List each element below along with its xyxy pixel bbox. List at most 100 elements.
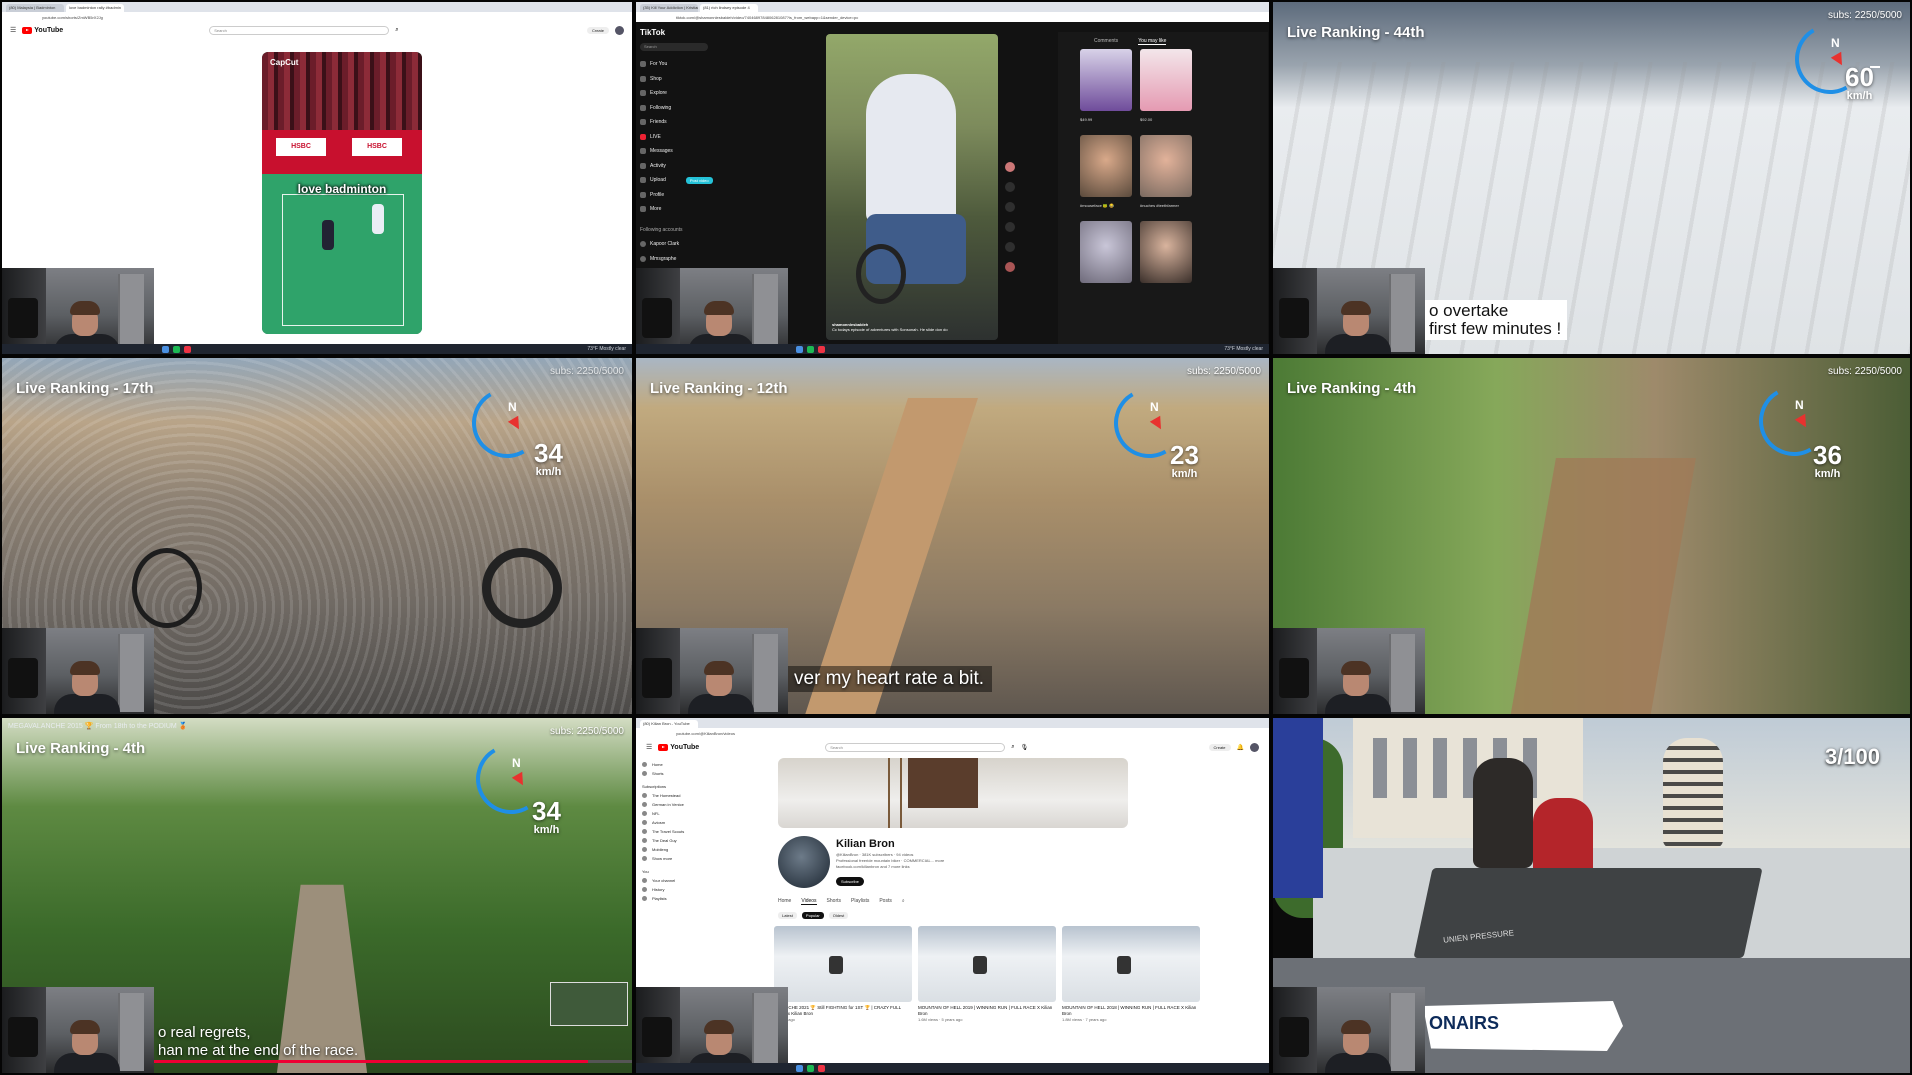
avatar[interactable] [1250,742,1259,752]
sidebar-item-home[interactable]: Home [642,760,742,769]
search-icon[interactable]: ⌕ [395,27,398,34]
mic-icon[interactable]: 🎙 [1021,744,1029,751]
nav-upload[interactable]: Upload Post video [640,173,760,188]
video-thumbnail[interactable] [774,926,912,1002]
chip-oldest[interactable]: Oldest [828,912,849,919]
video-card[interactable]: VALANCHE 2021 🏆 Still FIGHTING for 1ST 🏆… [774,926,912,1022]
video-card[interactable]: MOUNTAIN OF HELL 2019 | WINNING RUN | FU… [918,926,1056,1022]
video-title[interactable]: VALANCHE 2021 🏆 Still FIGHTING for 1ST 🏆… [774,1005,912,1017]
sidebar-item-subscription[interactable]: Aviosm [642,818,742,827]
video-thumbnail[interactable] [918,926,1056,1002]
sidebar-item-subscription[interactable]: German in Venice [642,800,742,809]
product-thumbnail[interactable] [1080,49,1132,111]
account-item[interactable]: Kapoor Clark [640,237,760,252]
tab-home[interactable]: Home [778,898,791,905]
search-icon[interactable]: ⌕ [902,898,905,905]
video-thumbnail[interactable] [1140,135,1192,197]
search-input[interactable]: Search [825,742,1006,752]
search-icon[interactable]: ⌕ [1011,744,1014,751]
short-video[interactable]: CapCut HSBC HSBC love badminton [262,52,422,334]
browser-tab[interactable]: (35) Kill Your Addiction | Kristian Ha [640,4,698,12]
share-icon[interactable] [1005,242,1015,252]
taskbar-icon[interactable] [807,1064,814,1072]
video-card[interactable]: MOUNTAIN OF HELL 2018 | WINNING RUN | FU… [1062,926,1200,1022]
browser-tab-active[interactable]: love badminton rally #badmin [66,4,124,12]
video-thumbnail[interactable] [1062,926,1200,1002]
sidebar-item-subscription[interactable]: The Travel Scouts [642,827,742,836]
taskbar-icon[interactable] [184,345,191,353]
nav-following[interactable]: Following [640,101,760,116]
minimap-preview[interactable] [550,982,628,1026]
subscribe-button[interactable]: Subscribe [836,877,864,886]
nav-shop[interactable]: Shop [640,72,760,87]
search-input[interactable]: Search [209,25,390,35]
taskbar-icon[interactable] [162,345,169,353]
nav-profile[interactable]: Profile [640,188,760,203]
address-bar[interactable]: youtube.com/shorts/ZmWB5rX2Jg [2,12,632,22]
comment-icon[interactable] [1005,202,1015,212]
tab-comments[interactable]: Comments [1094,38,1118,45]
taskbar-icon[interactable] [796,1064,803,1072]
video-title[interactable]: MOUNTAIN OF HELL 2019 | WINNING RUN | FU… [918,1005,1056,1017]
bookmark-icon[interactable] [1005,222,1015,232]
tab-playlists[interactable]: Playlists [851,898,869,905]
chip-latest[interactable]: Latest [778,912,797,919]
music-disc-icon[interactable] [1005,262,1015,272]
sidebar-item-subscription[interactable]: The Homestead [642,791,742,800]
browser-tab[interactable]: (80) Malaysia | Badminton [6,4,64,12]
nav-messages[interactable]: Messages [640,144,760,159]
avatar[interactable] [1005,162,1015,172]
nav-live[interactable]: LIVE [640,130,760,145]
channel-avatar[interactable] [778,836,830,888]
youtube-logo[interactable]: YouTube [658,743,699,751]
tab-you-may-like[interactable]: You may like [1138,38,1167,45]
sidebar-item-history[interactable]: History [642,885,742,894]
sidebar-item-shorts[interactable]: Shorts [642,769,742,778]
create-button[interactable]: Create [586,26,609,34]
video-thumbnail[interactable] [1080,221,1132,283]
tab-posts[interactable]: Posts [879,898,892,905]
browser-tab-active[interactable]: (80) Kilian Bron - YouTube [640,720,698,728]
sidebar-item-playlists[interactable]: Playlists [642,894,742,903]
bell-icon[interactable]: 🔔 [1237,744,1244,751]
post-video-button[interactable]: Post video [685,176,713,184]
heart-icon[interactable] [1005,182,1015,192]
address-bar[interactable]: youtube.com/@KilianBron/videos [636,728,1269,738]
sidebar-heading-you[interactable]: You [642,867,742,876]
youtube-logo[interactable]: YouTube [22,26,63,34]
sidebar-item-subscription[interactable]: The Deal Guy [642,836,742,845]
tiktok-logo[interactable]: TikTok [640,28,760,37]
browser-tab-active[interactable]: (81) rich lindsey episode 4 [700,4,758,12]
taskbar-icon[interactable] [818,1064,825,1072]
sidebar-heading-subscriptions[interactable]: Subscriptions [642,782,742,791]
sidebar-item-your-channel[interactable]: Your channel [642,876,742,885]
taskbar-icon[interactable] [796,345,803,353]
sidebar-item-subscription[interactable]: Mobileng [642,845,742,854]
menu-icon[interactable]: ☰ [646,743,652,751]
taskbar-icon[interactable] [807,345,814,353]
nav-more[interactable]: More [640,202,760,217]
avatar[interactable] [615,25,624,35]
video-thumbnail[interactable] [1080,135,1132,197]
sidebar-item-show-more[interactable]: Show more [642,854,742,863]
address-bar[interactable]: tiktok.com/@shamonnlesbaldeh/video/74046… [636,12,1269,22]
search-input[interactable]: Search [640,43,708,51]
taskbar-icon[interactable] [818,345,825,353]
menu-icon[interactable]: ☰ [10,26,16,34]
sidebar-item-subscription[interactable]: NFL [642,809,742,818]
subs-counter: subs: 2250/5000 [1828,366,1902,377]
video-title[interactable]: MOUNTAIN OF HELL 2018 | WINNING RUN | FU… [1062,1005,1200,1017]
nav-for-you[interactable]: For You [640,57,760,72]
nav-explore[interactable]: Explore [640,86,760,101]
taskbar-icon[interactable] [173,345,180,353]
nav-friends[interactable]: Friends [640,115,760,130]
product-thumbnail[interactable] [1140,49,1192,111]
tiktok-video[interactable]: shamonnlesbaldeh Cc todays episode of adv… [826,34,998,340]
video-thumbnail[interactable] [1140,221,1192,283]
account-item[interactable]: Mmsgraphe [640,252,760,267]
tab-shorts[interactable]: Shorts [827,898,841,905]
create-button[interactable]: Create [1208,743,1231,751]
tab-videos[interactable]: Videos [801,898,817,905]
nav-activity[interactable]: Activity [640,159,760,174]
chip-popular[interactable]: Popular [801,912,824,919]
